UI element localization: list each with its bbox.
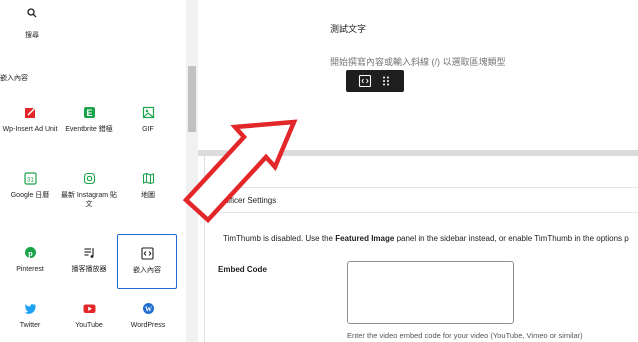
block-label: Twitter xyxy=(19,322,41,329)
block-wordpress[interactable]: W WordPress xyxy=(118,302,178,330)
block-wp-insert-ad-unit[interactable]: Wp-Insert Ad Unit xyxy=(0,106,60,134)
block-type-button[interactable] xyxy=(357,73,373,89)
google-calendar-icon: 31 xyxy=(23,172,37,185)
block-label: 地圖 xyxy=(141,192,155,199)
search-label: 搜尋 xyxy=(25,32,39,39)
podcast-player-icon xyxy=(83,246,96,259)
block-label: Google 日曆 xyxy=(10,192,50,199)
embed-icon xyxy=(358,74,372,88)
svg-text:p: p xyxy=(28,249,33,258)
block-google-calendar[interactable]: 31 Google 日曆 xyxy=(0,172,60,200)
eventbrite-icon: E xyxy=(83,106,96,119)
drag-handle-button[interactable] xyxy=(378,73,394,89)
block-youtube[interactable]: YouTube xyxy=(59,302,119,330)
svg-text:E: E xyxy=(86,108,92,118)
block-label: 播客播放器 xyxy=(71,266,107,273)
embed-code-label: Embed Code xyxy=(218,265,267,274)
timthumb-notice: TimThumb is disabled. Use the Featured I… xyxy=(223,234,629,243)
block-embed[interactable]: 嵌入內容 xyxy=(117,234,177,289)
block-label: Wp-Insert Ad Unit xyxy=(2,126,58,133)
metabox-title: Artificer Settings xyxy=(218,196,277,205)
embed-icon xyxy=(140,247,154,260)
block-inserter-panel: 搜尋 嵌入內容 Wp-Insert Ad Unit E Eventbrite 錯… xyxy=(0,0,199,342)
section-title: 嵌入內容 xyxy=(0,75,28,82)
map-icon xyxy=(142,172,155,185)
instagram-icon xyxy=(83,172,96,185)
metabox-header[interactable]: Artificer Settings xyxy=(204,187,638,213)
block-label: Pinterest xyxy=(16,266,44,273)
block-label: WordPress xyxy=(130,322,166,329)
wordpress-icon: W xyxy=(142,302,155,315)
embed-code-help: Enter the video embed code for your vide… xyxy=(347,331,583,340)
block-label: GIF xyxy=(142,126,154,133)
block-toolbar xyxy=(346,70,404,92)
block-label: 嵌入內容 xyxy=(133,267,161,274)
svg-text:31: 31 xyxy=(27,178,34,184)
metabox-panel-title[interactable]: Artificer xyxy=(218,167,245,176)
block-pinterest[interactable]: p Pinterest xyxy=(0,246,60,274)
block-placeholder[interactable]: 開始撰寫內容或輸入斜線 (/) 以選取區塊類型 xyxy=(330,55,506,68)
paragraph-block[interactable]: 測試文字 xyxy=(330,22,366,35)
block-podcast-player[interactable]: 播客播放器 xyxy=(59,246,119,274)
block-gif[interactable]: GIF xyxy=(118,106,178,134)
block-eventbrite[interactable]: E Eventbrite 錯極 xyxy=(59,106,119,134)
featured-image-text: Featured Image xyxy=(335,234,395,243)
wp-insert-icon xyxy=(24,106,37,119)
twitter-icon xyxy=(24,302,37,315)
block-map[interactable]: 地圖 xyxy=(118,172,178,200)
search-block[interactable]: 搜尋 xyxy=(12,8,52,40)
youtube-icon xyxy=(83,302,96,315)
drag-handle-icon xyxy=(383,76,389,86)
block-twitter[interactable]: Twitter xyxy=(0,302,60,330)
inserter-scrollbar-thumb[interactable] xyxy=(188,66,196,132)
block-label: YouTube xyxy=(75,322,103,329)
embed-code-textarea[interactable] xyxy=(347,261,514,324)
inserter-scrollbar[interactable] xyxy=(186,0,198,342)
gif-icon xyxy=(142,106,155,119)
block-instagram[interactable]: 最新 Instagram 貼文 xyxy=(59,172,119,209)
block-label: 最新 Instagram 貼文 xyxy=(60,192,117,208)
block-label: Eventbrite 錯極 xyxy=(65,126,113,133)
search-icon xyxy=(12,8,52,22)
pinterest-icon: p xyxy=(24,246,37,259)
svg-text:W: W xyxy=(145,306,152,314)
